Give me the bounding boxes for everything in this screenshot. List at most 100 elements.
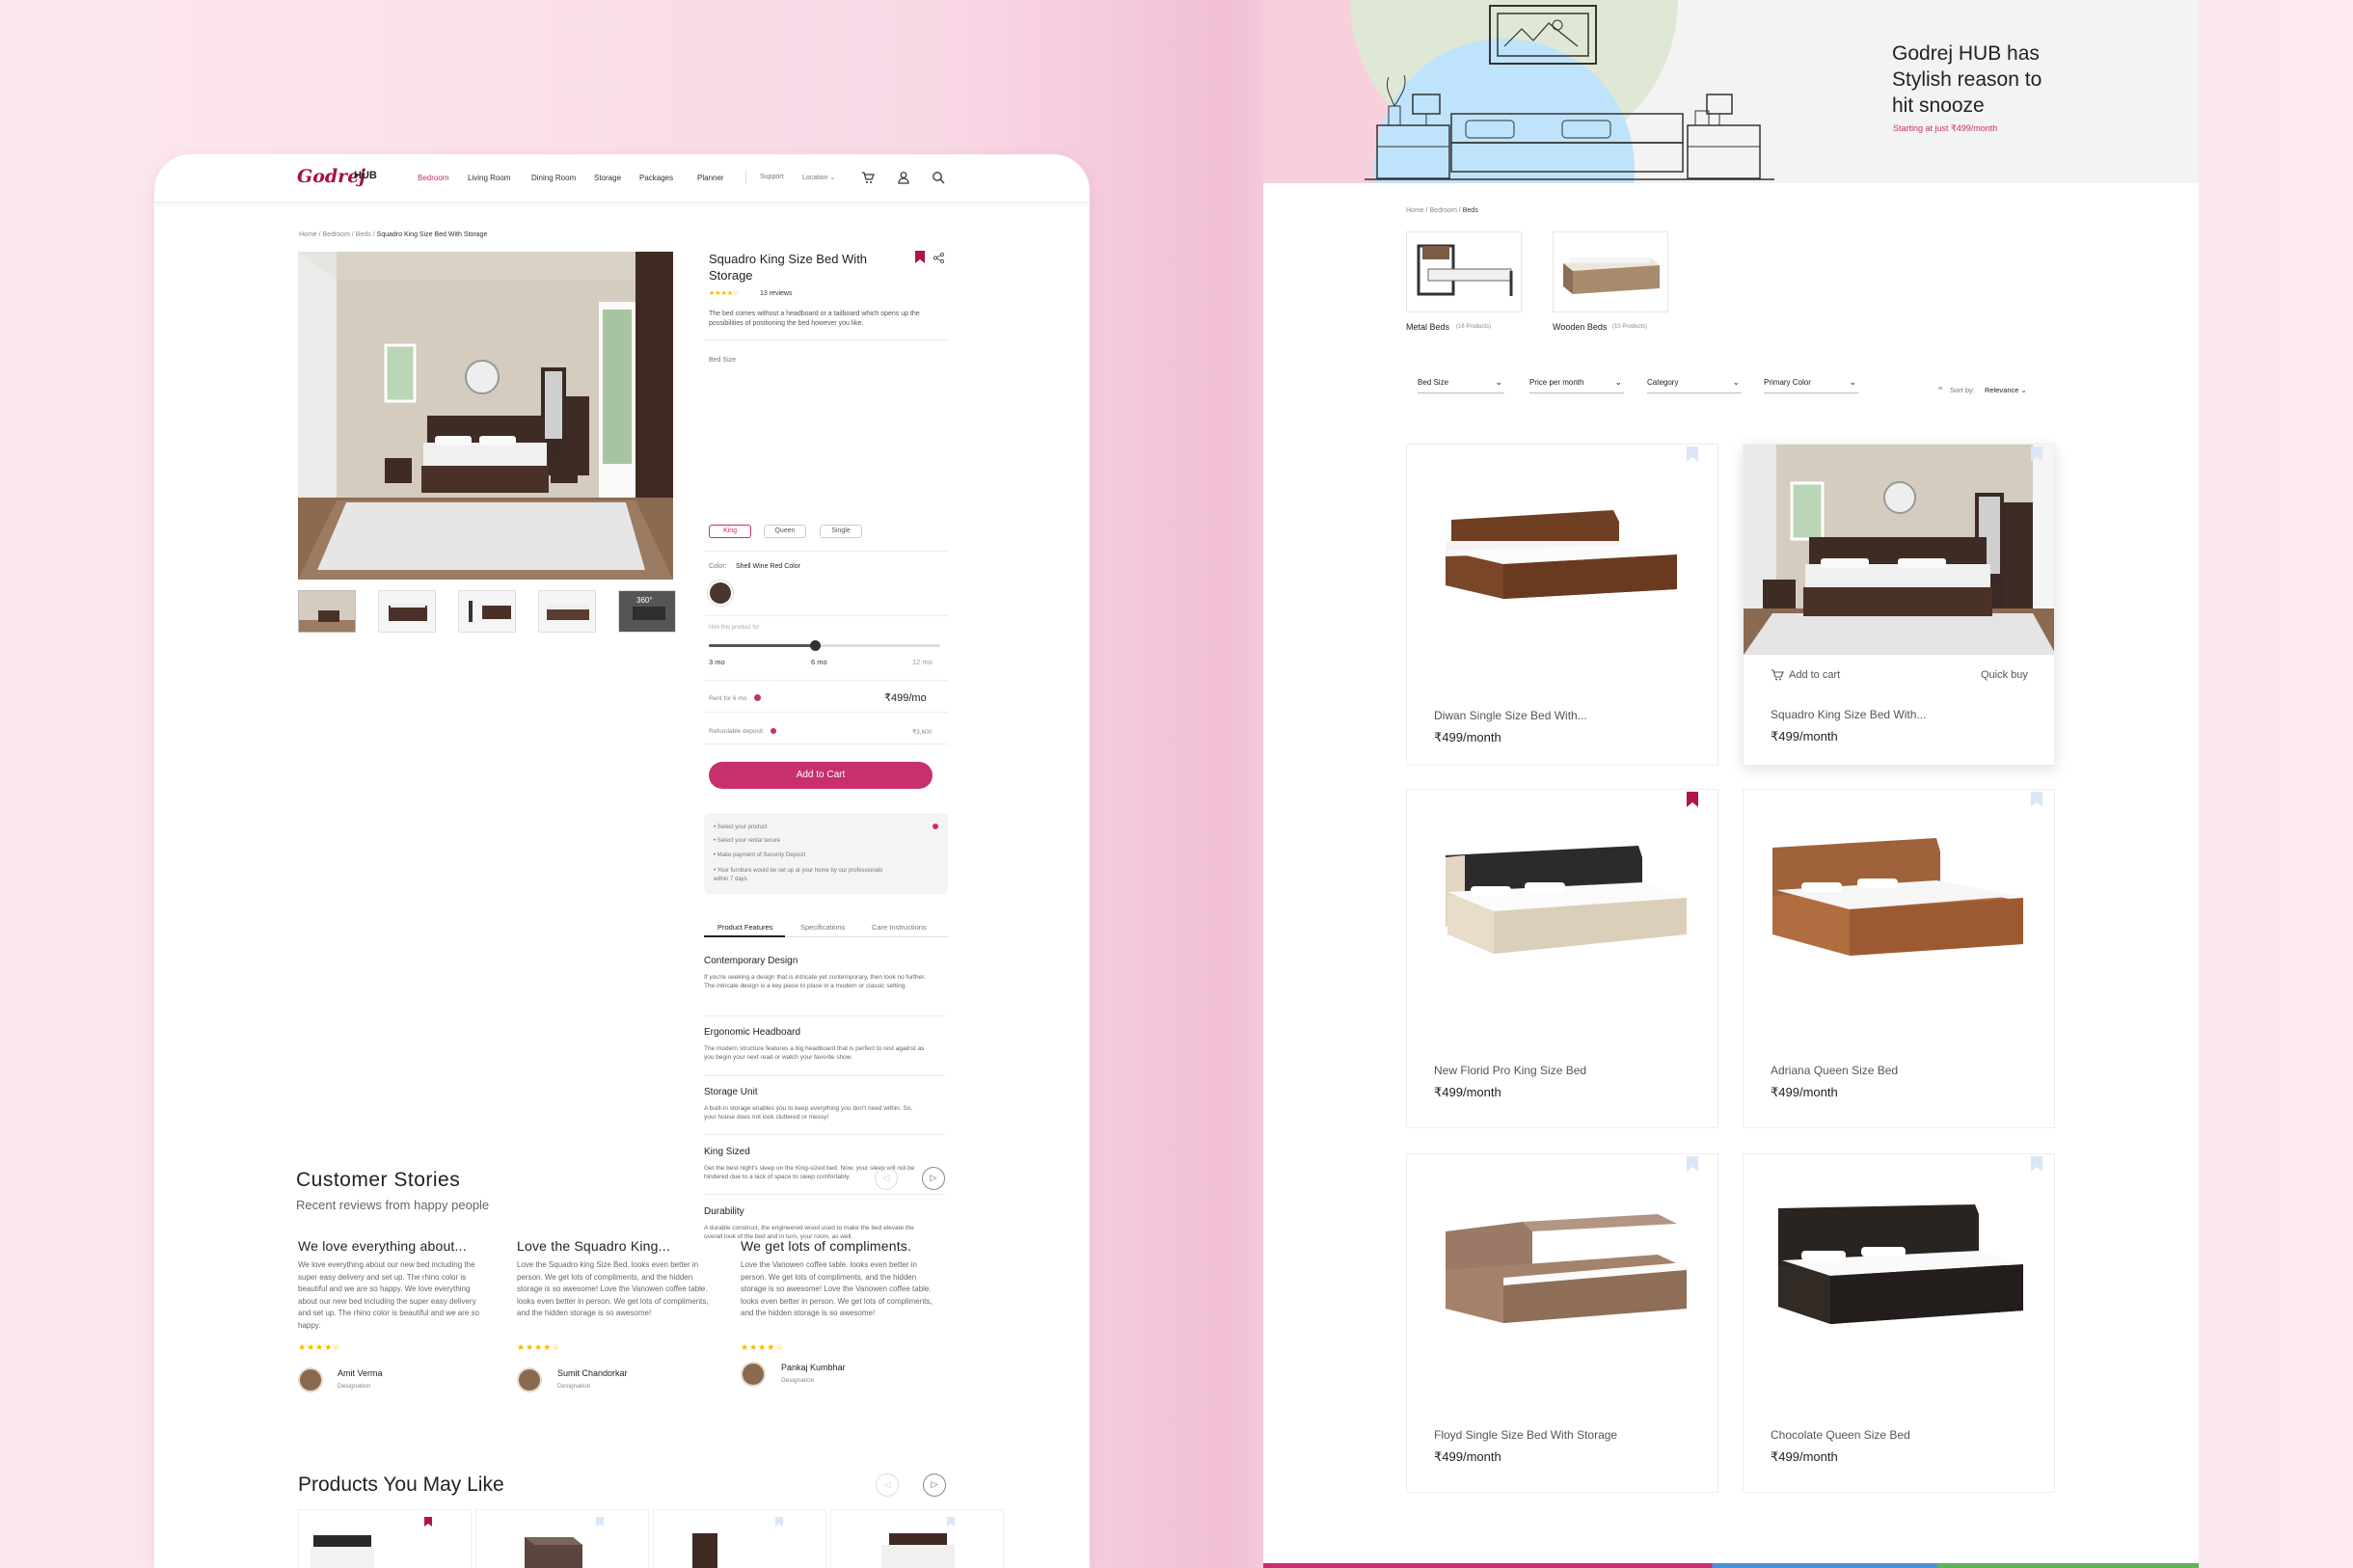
user-icon[interactable] <box>897 171 910 187</box>
author-name: Amit Verma <box>338 1368 383 1378</box>
bed-size-label: Bed Size <box>709 357 737 364</box>
category-wooden-beds[interactable] <box>1553 231 1668 312</box>
tab-product-features[interactable]: Product Features <box>717 923 773 932</box>
sort-select[interactable]: Relevance ⌄ <box>1985 386 2027 394</box>
story-title: We get lots of compliments. <box>741 1238 912 1254</box>
bookmark-icon[interactable] <box>1687 446 1698 462</box>
product-card[interactable]: Adriana Queen Size Bed ₹499/month <box>1743 789 2055 1128</box>
reviews-count[interactable]: 13 reviews <box>760 290 792 297</box>
brand-hub: HUB <box>354 170 377 181</box>
filter-price[interactable]: Price per month ⌄ <box>1529 377 1624 393</box>
product-card[interactable]: Add to cart Quick buy Squadro King Size … <box>1743 444 2055 766</box>
tenure-12mo[interactable]: 12 mo <box>912 658 933 666</box>
product-name[interactable]: New Florid Pro King Size Bed <box>1434 1064 1586 1077</box>
product-card[interactable]: New Florid Pro King Size Bed ₹499/month <box>1406 789 1718 1128</box>
product-name[interactable]: Squadro King Size Bed With... <box>1771 708 1926 721</box>
quick-buy-link[interactable]: Quick buy <box>1981 669 2028 681</box>
tab-specifications[interactable]: Specifications <box>800 923 845 932</box>
prev-arrow-icon[interactable]: ◁ <box>876 1473 899 1497</box>
nav-storage[interactable]: Storage <box>594 174 621 182</box>
product-name[interactable]: Diwan Single Size Bed With... <box>1434 709 1587 722</box>
product-card[interactable]: Floyd Single Size Bed With Storage ₹499/… <box>1406 1153 1718 1493</box>
story-stars: ★★★★☆ <box>741 1342 785 1352</box>
nav-living-room[interactable]: Living Room <box>468 174 510 182</box>
product-main-image[interactable] <box>298 252 673 580</box>
size-queen[interactable]: Queen <box>764 525 806 538</box>
color-value: Shell Wine Red Color <box>736 563 800 570</box>
feature-title: Ergonomic Headboard <box>704 1027 801 1038</box>
nav-planner[interactable]: Planner <box>697 174 724 182</box>
thumbnail-5[interactable]: 360° <box>618 590 676 633</box>
size-single[interactable]: Single <box>820 525 862 538</box>
bookmark-icon[interactable] <box>424 1514 432 1527</box>
nav-location[interactable]: Location ⌄ <box>802 174 835 181</box>
may-like-card[interactable] <box>298 1509 472 1568</box>
tenure-6mo[interactable]: 6 mo <box>811 658 827 666</box>
search-icon[interactable] <box>932 171 945 187</box>
info-icon[interactable] <box>771 728 776 734</box>
thumbnail-4[interactable] <box>538 590 596 633</box>
cart-icon[interactable] <box>861 171 875 187</box>
avatar <box>517 1367 542 1392</box>
category-label[interactable]: Metal Beds <box>1406 322 1449 332</box>
hero-banner: Godrej HUB has Stylish reason to hit sno… <box>1263 0 2199 183</box>
nav-bedroom[interactable]: Bedroom <box>418 174 448 182</box>
category-metal-beds[interactable] <box>1406 231 1522 312</box>
feature-desc: A built-in storage enables you to keep e… <box>704 1105 913 1121</box>
bookmark-icon[interactable] <box>2031 792 2042 807</box>
divider <box>704 551 948 552</box>
product-card[interactable]: Chocolate Queen Size Bed ₹499/month <box>1743 1153 2055 1493</box>
divider <box>704 615 948 616</box>
filter-bed-size[interactable]: Bed Size ⌄ <box>1418 377 1504 393</box>
product-image <box>1407 1154 1717 1395</box>
cart-icon[interactable] <box>1771 668 1784 686</box>
info-icon[interactable] <box>933 824 938 829</box>
add-to-cart-button[interactable]: Add to Cart <box>709 762 933 789</box>
info-icon[interactable] <box>754 694 761 701</box>
product-name[interactable]: Floyd Single Size Bed With Storage <box>1434 1428 1617 1442</box>
divider <box>704 712 948 713</box>
bookmark-icon[interactable] <box>915 251 925 268</box>
add-to-cart-link[interactable]: Add to cart <box>1789 669 1840 681</box>
tenure-slider-track[interactable] <box>709 640 940 651</box>
product-card[interactable]: Diwan Single Size Bed With... ₹499/month <box>1406 444 1718 766</box>
prev-arrow-icon[interactable]: ◁ <box>875 1167 898 1190</box>
next-arrow-icon[interactable]: ▷ <box>922 1167 945 1190</box>
nav-dining-room[interactable]: Dining Room <box>531 174 576 182</box>
thumbnail-2[interactable] <box>378 590 436 633</box>
feature-title: Contemporary Design <box>704 956 798 966</box>
size-king[interactable]: King <box>709 525 751 538</box>
bookmark-icon[interactable] <box>1687 792 1698 807</box>
product-name[interactable]: Chocolate Queen Size Bed <box>1771 1428 1910 1442</box>
bookmark-icon[interactable] <box>775 1514 783 1527</box>
bookmark-icon[interactable] <box>2031 446 2042 462</box>
divider <box>704 1134 945 1135</box>
step-1: • Select your product <box>714 825 768 830</box>
category-label[interactable]: Wooden Beds <box>1553 322 1607 332</box>
product-name[interactable]: Adriana Queen Size Bed <box>1771 1064 1898 1077</box>
filter-category[interactable]: Category ⌄ <box>1647 377 1742 393</box>
bookmark-icon[interactable] <box>947 1514 955 1527</box>
breadcrumb-trail[interactable]: Home / Bedroom / Beds / <box>299 231 377 238</box>
tenure-3mo[interactable]: 3 mo <box>709 658 725 666</box>
story-text: Love the Squadro king Size Bed. looks ev… <box>517 1260 709 1317</box>
color-swatch[interactable] <box>710 582 731 604</box>
rental-steps-panel: • Select your product • Select your rent… <box>704 813 948 894</box>
may-like-card[interactable] <box>830 1509 1004 1568</box>
may-like-card[interactable] <box>653 1509 826 1568</box>
breadcrumb-trail[interactable]: Home / Bedroom / <box>1406 207 1463 214</box>
bookmark-icon[interactable] <box>596 1514 604 1527</box>
top-nav: Godrej HUB Bedroom Living Room Dining Ro… <box>154 154 1090 203</box>
nav-packages[interactable]: Packages <box>639 174 673 182</box>
next-arrow-icon[interactable]: ▷ <box>923 1473 946 1497</box>
tenure-slider-handle[interactable] <box>810 640 822 651</box>
tab-care-instructions[interactable]: Care Instructions <box>872 923 927 932</box>
share-icon[interactable] <box>933 251 945 268</box>
bookmark-icon[interactable] <box>1687 1156 1698 1172</box>
filter-primary-color[interactable]: Primary Color ⌄ <box>1764 377 1858 393</box>
bookmark-icon[interactable] <box>2031 1156 2042 1172</box>
thumbnail-1[interactable] <box>298 590 356 633</box>
may-like-card[interactable] <box>475 1509 649 1568</box>
nav-support[interactable]: Support <box>760 174 784 180</box>
thumbnail-3[interactable] <box>458 590 516 633</box>
